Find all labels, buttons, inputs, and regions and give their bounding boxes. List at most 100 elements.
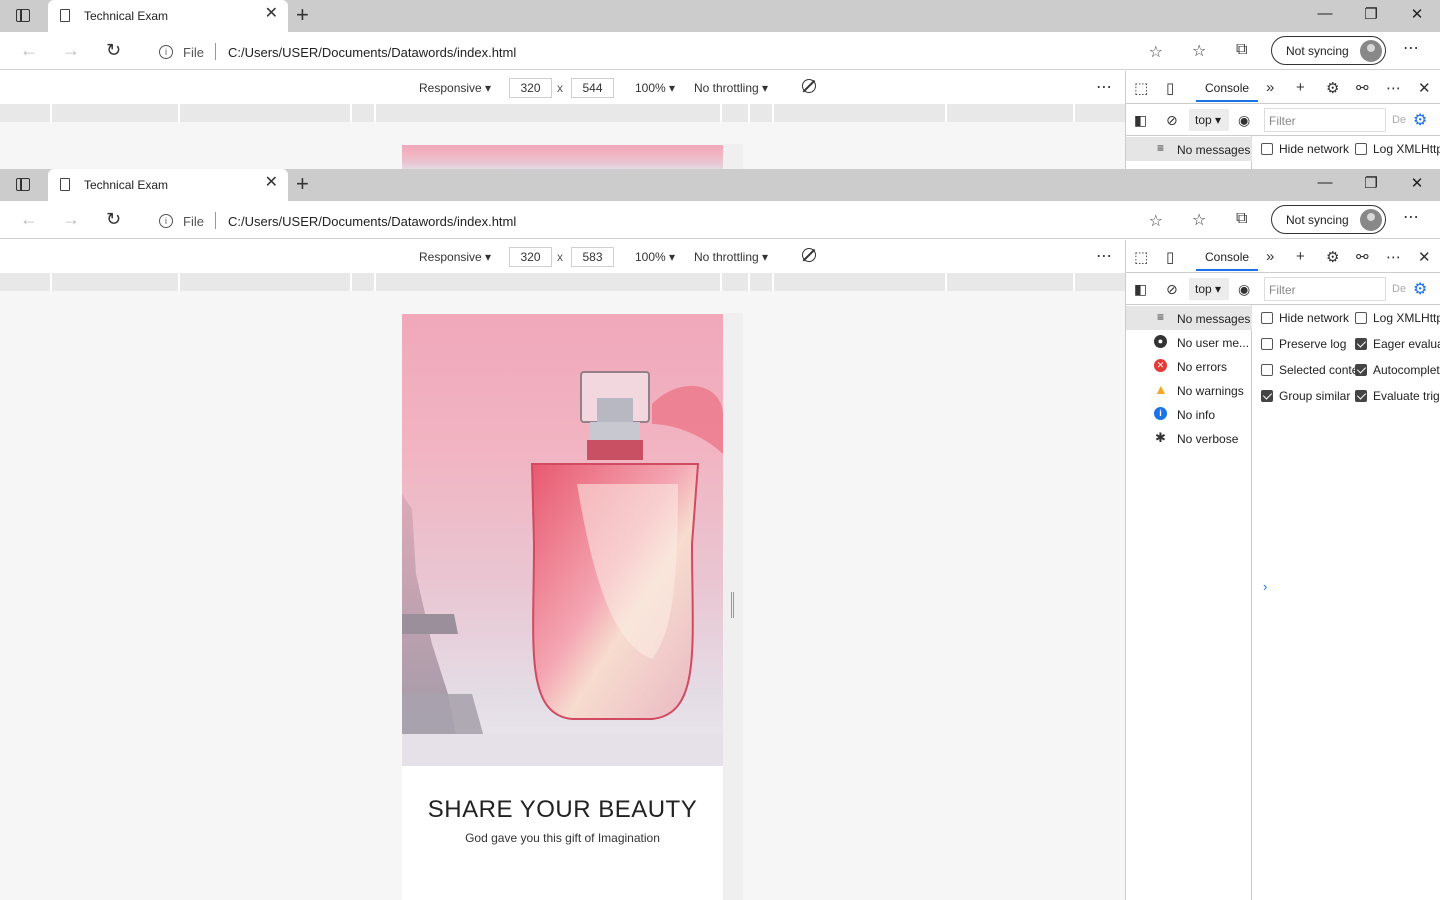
vertical-tabs-icon[interactable] [16,178,30,191]
add-favorite-icon[interactable]: ☆ [1149,42,1163,62]
url-text[interactable]: C:/Users/USER/Documents/Datawords/index.… [228,45,516,60]
vertical-tabs-icon[interactable] [16,9,30,22]
devtools-more-icon[interactable]: ⋯ [1386,79,1401,97]
reload-icon[interactable]: ↻ [106,40,121,61]
info-icon[interactable]: i [159,45,173,59]
clear-console-icon[interactable]: ⊘ [1166,281,1178,298]
context-select[interactable]: top ▾ [1189,278,1229,300]
forward-icon[interactable]: → [62,209,80,230]
zoom-select[interactable]: 100% ▾ [635,81,675,95]
device-select[interactable]: Responsive ▾ [419,250,491,264]
eye-icon[interactable]: ◉ [1238,281,1250,298]
sidebar-item-info[interactable]: i No info [1126,402,1252,426]
sidebar-item-user-messages[interactable]: ● No user me... [1126,330,1252,354]
back-icon[interactable]: ← [20,40,38,61]
tab-technical-exam[interactable]: Technical Exam ✕ [48,169,288,201]
option-evaluate-triggers[interactable]: Evaluate trig [1355,389,1440,403]
url-text[interactable]: C:/Users/USER/Documents/Datawords/index.… [228,214,516,229]
height-input[interactable]: 583 [571,247,614,267]
settings-more-icon[interactable]: ⋯ [1403,38,1420,58]
option-hide-network[interactable]: Hide network [1261,142,1349,156]
new-tab-icon[interactable]: + [296,172,309,196]
checkbox[interactable] [1355,364,1367,376]
settings-icon[interactable]: ⚙ [1326,79,1339,97]
context-select[interactable]: top ▾ [1189,109,1229,131]
default-levels-select[interactable]: De [1392,114,1406,126]
collections-icon[interactable]: ⧉ [1236,210,1247,228]
settings-more-icon[interactable]: ⋯ [1403,207,1420,227]
console-settings-icon[interactable]: ⚙ [1413,110,1427,130]
zoom-select[interactable]: 100% ▾ [635,250,675,264]
checkbox[interactable] [1355,338,1367,350]
sidebar-toggle-icon[interactable]: ◧ [1134,281,1147,298]
option-log-xmlhttp[interactable]: Log XMLHttp [1355,311,1440,325]
reload-icon[interactable]: ↻ [106,209,121,230]
add-tab-icon[interactable]: + [1296,248,1305,265]
close-window-icon[interactable]: ✕ [1394,174,1440,192]
rotate-icon[interactable] [802,248,816,262]
option-eager-evaluation[interactable]: Eager evalua [1355,337,1440,351]
default-levels-select[interactable]: De [1392,283,1406,295]
filter-input[interactable]: Filter [1264,277,1386,301]
throttling-select[interactable]: No throttling ▾ [694,81,768,95]
close-devtools-icon[interactable]: ✕ [1418,248,1431,266]
checkbox[interactable] [1355,143,1367,155]
restore-icon[interactable]: ❐ [1348,5,1394,23]
media-query-ruler[interactable] [0,104,1125,122]
close-tab-icon[interactable]: ✕ [265,175,278,191]
add-favorite-icon[interactable]: ☆ [1149,211,1163,231]
settings-icon[interactable]: ⚙ [1326,248,1339,266]
checkbox[interactable] [1261,364,1273,376]
checkbox[interactable] [1261,390,1273,402]
option-group-similar[interactable]: Group similar [1261,389,1350,403]
more-tabs-icon[interactable]: » [1266,79,1274,96]
sidebar-item-verbose[interactable]: ✱ No verbose [1126,426,1252,450]
sidebar-item-warnings[interactable]: ▲ No warnings [1126,378,1252,402]
eye-icon[interactable]: ◉ [1238,112,1250,129]
close-window-icon[interactable]: ✕ [1394,5,1440,23]
checkbox[interactable] [1355,390,1367,402]
checkbox[interactable] [1261,338,1273,350]
checkbox[interactable] [1261,312,1273,324]
console-prompt[interactable]: › [1263,579,1267,594]
minimize-icon[interactable]: — [1302,174,1348,191]
sidebar-toggle-icon[interactable]: ◧ [1134,112,1147,129]
tab-console[interactable]: Console [1196,243,1259,271]
sidebar-item-errors[interactable]: ✕ No errors [1126,354,1252,378]
checkbox[interactable] [1355,312,1367,324]
close-tab-icon[interactable]: ✕ [265,6,278,22]
restore-icon[interactable]: ❐ [1348,174,1394,192]
device-toggle-icon[interactable]: ▯ [1166,248,1174,266]
inspect-icon[interactable]: ⬚ [1134,248,1148,266]
forward-icon[interactable]: → [62,40,80,61]
height-input[interactable]: 544 [571,78,614,98]
sidebar-item-messages[interactable]: ≡ No messages [1126,306,1252,330]
connect-icon[interactable]: ⚯ [1356,248,1369,266]
info-icon[interactable]: i [159,214,173,228]
tab-technical-exam[interactable]: Technical Exam ✕ [48,0,288,32]
sidebar-item-messages[interactable]: ≡ No messages [1126,137,1252,161]
devtools-more-icon[interactable]: ⋯ [1386,248,1401,266]
inspect-icon[interactable]: ⬚ [1134,79,1148,97]
filter-input[interactable]: Filter [1264,108,1386,132]
media-query-ruler[interactable] [0,273,1125,291]
profile-sync-button[interactable]: Not syncing [1271,205,1386,234]
minimize-icon[interactable]: — [1302,5,1348,22]
option-preserve-log[interactable]: Preserve log [1261,337,1346,351]
width-input[interactable]: 320 [509,247,552,267]
device-toggle-icon[interactable]: ▯ [1166,79,1174,97]
tab-console[interactable]: Console [1196,74,1259,102]
console-settings-icon[interactable]: ⚙ [1413,279,1427,299]
address-bar[interactable]: i File C:/Users/USER/Documents/Datawords… [144,204,1180,236]
width-input[interactable]: 320 [509,78,552,98]
address-bar[interactable]: i File C:/Users/USER/Documents/Datawords… [144,35,1180,67]
back-icon[interactable]: ← [20,209,38,230]
favorites-icon[interactable]: ☆ [1192,41,1206,61]
option-autocomplete[interactable]: Autocomplet [1355,363,1440,377]
add-tab-icon[interactable]: + [1296,79,1305,96]
resize-handle[interactable] [731,592,734,618]
profile-sync-button[interactable]: Not syncing [1271,36,1386,65]
option-selected-context[interactable]: Selected conte [1261,363,1358,377]
new-tab-icon[interactable]: + [296,3,309,27]
device-select[interactable]: Responsive ▾ [419,81,491,95]
